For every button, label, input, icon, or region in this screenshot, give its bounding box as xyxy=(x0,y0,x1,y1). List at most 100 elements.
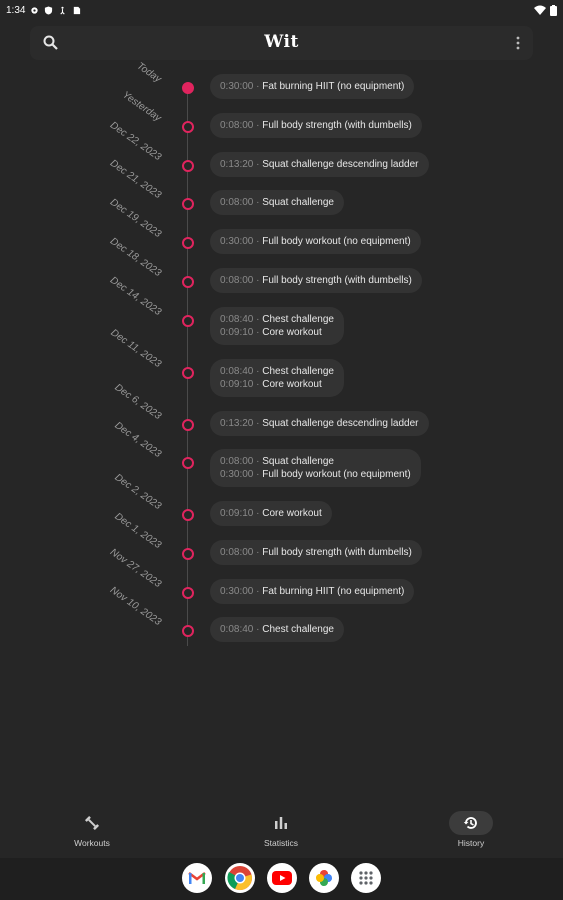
photos-app-icon[interactable] xyxy=(309,863,339,893)
system-dock xyxy=(0,858,563,900)
workout-name: Chest challenge xyxy=(262,314,334,325)
workout-entry: 0:30:00 · Full body workout (no equipmen… xyxy=(220,235,411,248)
timeline-dot xyxy=(182,121,194,133)
workout-chip[interactable]: 0:08:00 · Squat challenge xyxy=(210,190,344,215)
workout-name: Full body workout (no equipment) xyxy=(262,236,411,247)
nav-history[interactable]: History xyxy=(426,805,516,848)
timeline-dot xyxy=(182,82,194,94)
status-bar: 1:34 xyxy=(0,0,563,20)
workout-entry: 0:13:20 · Squat challenge descending lad… xyxy=(220,417,419,430)
timeline-dot xyxy=(182,625,194,637)
timeline-dot xyxy=(182,548,194,560)
workout-duration: 0:08:00 xyxy=(220,120,254,131)
workout-name: Chest challenge xyxy=(262,624,334,635)
timeline-dot xyxy=(182,587,194,599)
workout-entry: 0:30:00 · Fat burning HIIT (no equipment… xyxy=(220,585,404,598)
workout-name: Fat burning HIIT (no equipment) xyxy=(262,81,405,92)
workout-chip[interactable]: 0:08:40 · Chest challenge 0:09:10 · Core … xyxy=(210,307,344,345)
workout-chip[interactable]: 0:09:10 · Core workout xyxy=(210,501,332,526)
more-vert-icon[interactable] xyxy=(515,35,521,51)
workout-duration: 0:08:40 xyxy=(220,314,254,325)
workout-duration: 0:08:40 xyxy=(220,366,254,377)
workout-duration: 0:09:10 xyxy=(220,379,254,390)
gmail-app-icon[interactable] xyxy=(182,863,212,893)
workout-chip[interactable]: 0:30:00 · Fat burning HIIT (no equipment… xyxy=(210,579,415,604)
separator: · xyxy=(253,366,263,377)
workout-chip[interactable]: 0:08:00 · Full body strength (with dumbe… xyxy=(210,113,422,138)
bar-chart-icon xyxy=(275,817,287,829)
workout-chip[interactable]: 0:08:00 · Squat challenge 0:30:00 · Full … xyxy=(210,449,421,487)
workout-duration: 0:13:20 xyxy=(220,159,254,170)
wifi-icon xyxy=(534,5,546,15)
timeline-dot xyxy=(182,315,194,327)
workout-chip[interactable]: 0:08:00 · Full body strength (with dumbe… xyxy=(210,540,422,565)
separator: · xyxy=(253,469,263,480)
separator: · xyxy=(253,120,263,131)
top-app-bar: Wit xyxy=(30,26,533,60)
history-date: Dec 1, 2023 xyxy=(112,511,163,552)
workout-name: Core workout xyxy=(262,379,322,390)
history-date: Dec 11, 2023 xyxy=(108,327,163,371)
separator: · xyxy=(253,327,263,338)
workout-chip[interactable]: 0:08:40 · Chest challenge 0:09:10 · Core … xyxy=(210,359,344,397)
nav-statistics[interactable]: Statistics xyxy=(236,805,326,848)
workout-duration: 0:08:00 xyxy=(220,456,254,467)
nav-history-label: History xyxy=(457,838,485,848)
gmail-icon xyxy=(188,872,206,884)
separator: · xyxy=(253,547,263,558)
nav-workouts[interactable]: Workouts xyxy=(47,805,137,848)
separator: · xyxy=(253,418,263,429)
history-date: Dec 6, 2023 xyxy=(112,382,163,423)
timeline-dot xyxy=(182,198,194,210)
workout-entry: 0:08:40 · Chest challenge xyxy=(220,313,334,326)
battery-icon xyxy=(550,4,557,16)
nav-workouts-label: Workouts xyxy=(74,838,110,848)
workout-duration: 0:08:00 xyxy=(220,547,254,558)
workout-name: Full body strength (with dumbells) xyxy=(262,275,412,286)
workout-entry: 0:08:00 · Full body strength (with dumbe… xyxy=(220,119,412,132)
workout-entry: 0:08:40 · Chest challenge xyxy=(220,623,334,636)
timeline-dot xyxy=(182,367,194,379)
history-date: Dec 21, 2023 xyxy=(107,157,163,202)
separator: · xyxy=(253,379,263,390)
workout-duration: 0:08:40 xyxy=(220,624,254,635)
history-icon xyxy=(463,817,477,829)
workout-chip[interactable]: 0:08:40 · Chest challenge xyxy=(210,617,344,642)
status-time: 1:34 xyxy=(6,4,26,16)
workout-chip[interactable]: 0:08:00 · Full body strength (with dumbe… xyxy=(210,268,422,293)
app-drawer-icon[interactable] xyxy=(351,863,381,893)
separator: · xyxy=(253,197,263,208)
youtube-app-icon[interactable] xyxy=(267,863,297,893)
history-date: Yesterday xyxy=(120,89,163,125)
workout-chip[interactable]: 0:30:00 · Full body workout (no equipmen… xyxy=(210,229,421,254)
fitness-icon xyxy=(85,816,99,830)
separator: · xyxy=(253,81,263,92)
workout-duration: 0:08:00 xyxy=(220,275,254,286)
workout-entry: 0:08:00 · Full body strength (with dumbe… xyxy=(220,274,412,287)
workout-chip[interactable]: 0:13:20 · Squat challenge descending lad… xyxy=(210,411,429,436)
history-date: Dec 4, 2023 xyxy=(112,420,163,461)
workout-duration: 0:30:00 xyxy=(220,469,254,480)
nav-statistics-label: Statistics xyxy=(263,838,298,848)
workout-name: Squat challenge descending ladder xyxy=(262,159,419,170)
history-date: Nov 27, 2023 xyxy=(107,546,163,591)
workout-name: Squat challenge descending ladder xyxy=(262,418,419,429)
timeline-dot xyxy=(182,419,194,431)
timeline-dot xyxy=(182,509,194,521)
photos-icon xyxy=(316,870,332,886)
workout-name: Squat challenge xyxy=(262,197,334,208)
separator: · xyxy=(253,236,263,247)
workout-name: Full body workout (no equipment) xyxy=(262,469,411,480)
workout-chip[interactable]: 0:30:00 · Fat burning HIIT (no equipment… xyxy=(210,74,415,99)
workout-chip[interactable]: 0:13:20 · Squat challenge descending lad… xyxy=(210,152,429,177)
timeline-dot xyxy=(182,457,194,469)
workout-entry: 0:13:20 · Squat challenge descending lad… xyxy=(220,158,419,171)
history-date: Dec 22, 2023 xyxy=(107,119,163,164)
chrome-app-icon[interactable] xyxy=(225,863,255,893)
workout-name: Full body strength (with dumbells) xyxy=(262,547,412,558)
settings-icon xyxy=(31,6,39,14)
apps-grid-icon xyxy=(359,871,373,885)
workout-name: Fat burning HIIT (no equipment) xyxy=(262,586,405,597)
workout-entry: 0:09:10 · Core workout xyxy=(220,326,334,339)
app-title: Wit xyxy=(264,32,299,52)
